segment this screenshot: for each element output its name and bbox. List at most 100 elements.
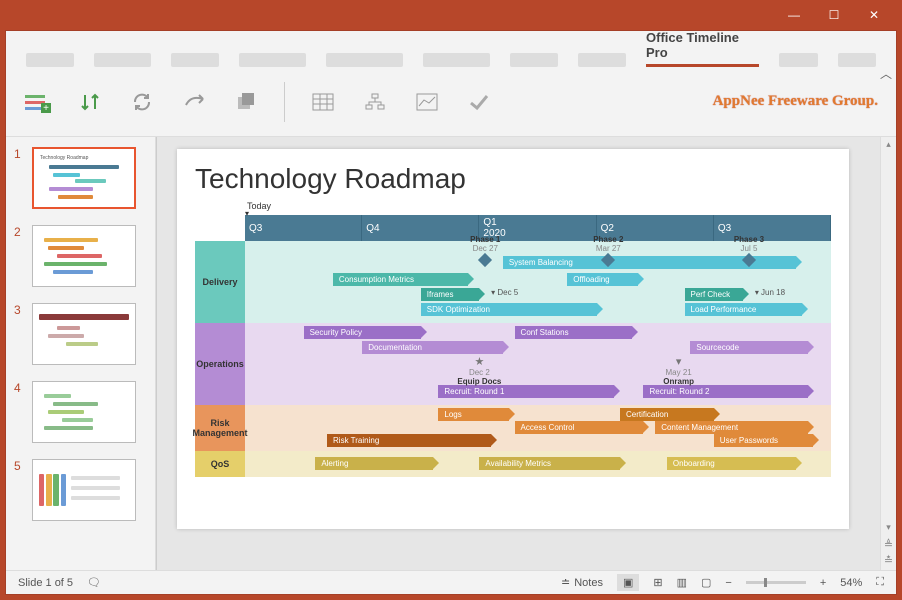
minimize-button[interactable]: — (774, 3, 814, 27)
ribbon-tab-placeholder[interactable] (838, 53, 876, 67)
table-icon[interactable] (309, 88, 337, 116)
zoom-in-button[interactable]: + (820, 577, 826, 589)
task-annotation: ▾ Jun 18 (755, 288, 785, 297)
thumbnail-preview[interactable] (32, 225, 136, 287)
milestone[interactable]: Phase 1Dec 27 (460, 235, 510, 267)
status-bar: Slide 1 of 5 🗨 ≐ Notes ▣ ⊞ ▥ ▢ − + 54% ⛶ (6, 570, 896, 594)
milestone-mark[interactable]: ▾May 21Onramp (649, 355, 709, 386)
slide-thumbnail-panel: 1 Technology Roadmap 2 (6, 137, 156, 570)
task-bar[interactable]: Perf Check (685, 288, 744, 301)
ribbon-tab-office-timeline[interactable]: Office Timeline Pro (646, 30, 759, 67)
thumbnail-number: 3 (14, 303, 26, 317)
task-bar[interactable]: Consumption Metrics (333, 273, 468, 286)
task-bar[interactable]: SDK Optimization (421, 303, 597, 316)
ribbon-tab-placeholder[interactable] (171, 53, 219, 67)
thumbnail-number: 2 (14, 225, 26, 239)
vertical-scrollbar[interactable]: ▴ ▾ ≜ ≛ (880, 137, 896, 570)
reading-view-icon[interactable]: ▥ (677, 576, 687, 589)
swimlane-label: Operations (195, 323, 245, 405)
ribbon-tab-placeholder[interactable] (779, 53, 817, 67)
maximize-button[interactable]: ☐ (814, 3, 854, 27)
task-bar[interactable]: Iframes (421, 288, 480, 301)
ribbon-tab-placeholder[interactable] (94, 53, 152, 67)
ribbon-tab-placeholder[interactable] (239, 53, 306, 67)
slide-title[interactable]: Technology Roadmap (195, 163, 831, 195)
ribbon-separator (284, 82, 285, 122)
swimlane-label: QoS (195, 451, 245, 477)
task-bar[interactable]: Certification (620, 408, 714, 421)
timeline-column: Q3 (245, 215, 362, 241)
thumbnail-4[interactable]: 4 (14, 381, 147, 443)
swimlane-label: Delivery (195, 241, 245, 323)
task-bar[interactable]: Recruit: Round 1 (438, 385, 614, 398)
thumbnail-5[interactable]: 5 (14, 459, 147, 521)
workarea: 1 Technology Roadmap 2 (6, 137, 896, 570)
notes-button[interactable]: ≐ Notes (561, 576, 603, 589)
share-icon[interactable] (180, 88, 208, 116)
task-bar[interactable]: Recruit: Round 2 (643, 385, 807, 398)
thumbnail-2[interactable]: 2 (14, 225, 147, 287)
swimlane-body[interactable]: Security Policy Conf Stations Documentatio… (245, 323, 831, 405)
ribbon-tab-placeholder[interactable] (423, 53, 490, 67)
task-bar[interactable]: Security Policy (304, 326, 421, 339)
task-annotation: ▾ Dec 5 (491, 288, 518, 297)
zoom-level[interactable]: 54% (840, 577, 862, 589)
task-bar[interactable]: Content Management (655, 421, 807, 434)
ribbon-toolbar: + AppNee Freeware Group. ︿ (6, 67, 896, 137)
thumbnail-preview[interactable] (32, 303, 136, 365)
milestone-mark[interactable]: ★Dec 2Equip Docs (449, 355, 509, 386)
task-bar[interactable]: Offloading (567, 273, 637, 286)
swimlane-body[interactable]: System BalancingConsumption MetricsOfflo… (245, 241, 831, 323)
brand-watermark: AppNee Freeware Group. (713, 93, 878, 110)
chart-icon[interactable] (413, 88, 441, 116)
zoom-slider[interactable] (746, 581, 806, 584)
comments-icon[interactable]: 🗨 (87, 576, 101, 589)
thumbnail-1[interactable]: 1 Technology Roadmap (14, 147, 147, 209)
zoom-out-button[interactable]: − (725, 577, 731, 589)
task-bar[interactable]: Availability Metrics (479, 457, 620, 470)
thumbnail-3[interactable]: 3 (14, 303, 147, 365)
swimlane-qos: QoS Alerting Availability Metrics Onboardi… (195, 451, 831, 477)
thumbnail-preview[interactable]: Technology Roadmap (32, 147, 136, 209)
slideshow-icon[interactable]: ▢ (701, 576, 711, 589)
task-bar[interactable]: Risk Training (327, 434, 491, 447)
thumbnail-preview[interactable] (32, 381, 136, 443)
ribbon-tab-placeholder[interactable] (578, 53, 626, 67)
swimlane-body[interactable]: Alerting Availability Metrics Onboarding (245, 451, 831, 477)
titlebar: — ☐ ✕ (0, 0, 902, 30)
slide-editor[interactable]: Technology Roadmap Today ▾ Q3Q4Q12020Q2Q… (156, 137, 896, 570)
today-marker-label: Today (247, 201, 831, 211)
ribbon-tab-placeholder[interactable] (510, 53, 558, 67)
slide-canvas[interactable]: Technology Roadmap Today ▾ Q3Q4Q12020Q2Q… (177, 149, 849, 529)
normal-view-icon[interactable]: ▣ (617, 574, 639, 591)
task-bar[interactable]: Conf Stations (515, 326, 632, 339)
task-bar[interactable]: Alerting (315, 457, 432, 470)
thumbnail-preview[interactable] (32, 459, 136, 521)
task-bar[interactable]: Access Control (515, 421, 644, 434)
accept-icon[interactable] (465, 88, 493, 116)
milestone[interactable]: Phase 3Jul 5 (724, 235, 774, 267)
task-bar[interactable]: User Passwords (714, 434, 814, 447)
task-bar[interactable]: Load Performance (685, 303, 802, 316)
copy-icon[interactable] (232, 88, 260, 116)
fit-window-icon[interactable]: ⛶ (876, 576, 884, 589)
task-bar[interactable]: Onboarding (667, 457, 796, 470)
sort-icon[interactable] (76, 88, 104, 116)
sorter-view-icon[interactable]: ⊞ (653, 576, 662, 589)
collapse-ribbon-icon[interactable]: ︿ (880, 65, 892, 82)
close-button[interactable]: ✕ (854, 3, 894, 27)
milestone[interactable]: Phase 2Mar 27 (583, 235, 633, 267)
task-bar[interactable]: Sourcecode (690, 341, 807, 354)
task-bar[interactable]: Logs (438, 408, 508, 421)
task-bar[interactable]: Documentation (362, 341, 503, 354)
new-timeline-icon[interactable]: + (24, 88, 52, 116)
app-frame: Office Timeline Pro + AppNee Freeware Gr… (5, 30, 897, 595)
hierarchy-icon[interactable] (361, 88, 389, 116)
swimlane-body[interactable]: Logs CertificationAccess Control Content M… (245, 405, 831, 451)
ribbon-tabs: Office Timeline Pro (6, 31, 896, 67)
ribbon-tab-placeholder[interactable] (326, 53, 403, 67)
thumbnail-number: 5 (14, 459, 26, 473)
sync-icon[interactable] (128, 88, 156, 116)
ribbon-tab-placeholder[interactable] (26, 53, 74, 67)
svg-text:+: + (43, 103, 49, 113)
